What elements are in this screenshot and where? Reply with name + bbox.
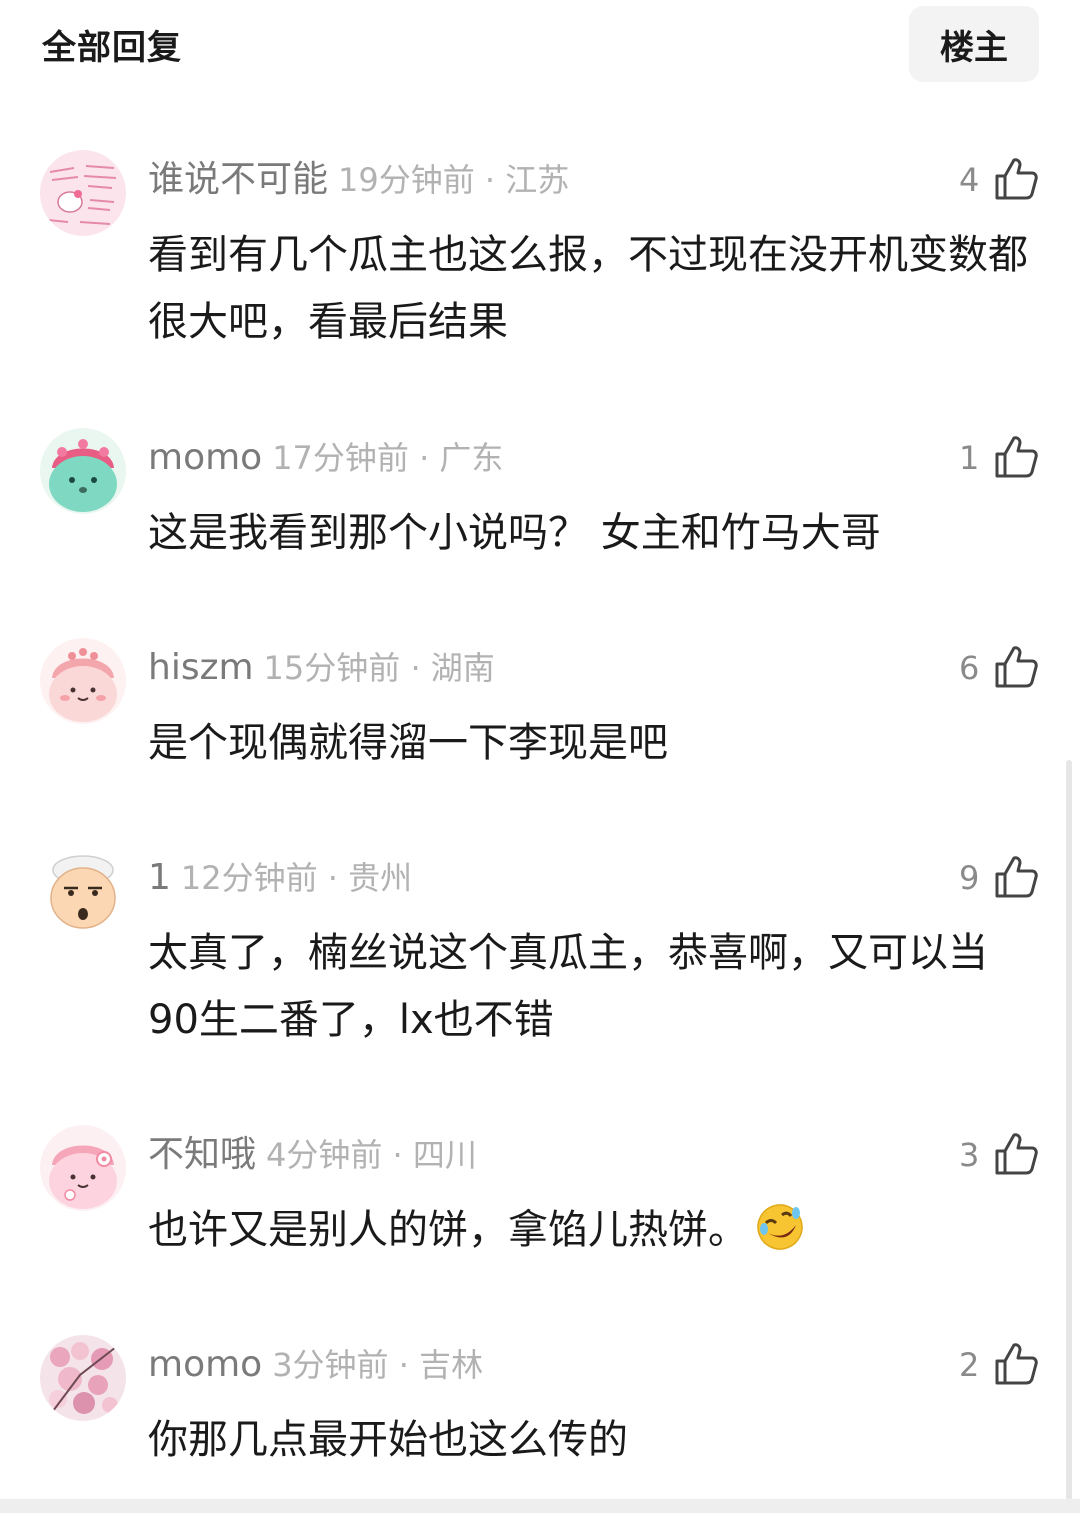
thumbs-up-icon: [995, 1343, 1038, 1385]
comment-meta: momo 3分钟前 · 吉林: [148, 1341, 483, 1389]
comment-meta: 1 12分钟前 · 贵州: [148, 854, 412, 902]
thumbs-up-icon: [995, 646, 1038, 688]
avatar[interactable]: [40, 638, 126, 724]
comment-meta: 谁说不可能 19分钟前 · 江苏: [148, 156, 569, 204]
like-button[interactable]: 1: [955, 428, 1045, 484]
comment-text: 看到有几个瓜主也这么报，不过现在没开机变数都很大吧，看最后结果: [148, 232, 1028, 345]
replies-header: 全部回复 楼主: [0, 0, 1080, 90]
scrollbar[interactable]: [1066, 760, 1072, 1500]
username[interactable]: hiszm: [148, 647, 254, 688]
comment-meta: 不知哦 4分钟前 · 四川: [148, 1131, 477, 1179]
like-count: 4: [959, 161, 980, 199]
like-button[interactable]: 3: [955, 1125, 1045, 1181]
time-location: 4分钟前 · 四川: [266, 1136, 477, 1174]
time-location: 15分钟前 · 湖南: [263, 649, 495, 687]
comment-meta: momo 17分钟前 · 广东: [148, 434, 503, 482]
comment-text: 你那几点最开始也这么传的: [148, 1417, 628, 1463]
avatar[interactable]: [40, 1335, 126, 1421]
comment-text: 这是我看到那个小说吗？ 女主和竹马大哥: [148, 510, 881, 556]
username[interactable]: momo: [148, 437, 262, 478]
time-location: 17分钟前 · 广东: [272, 439, 504, 477]
time-location: 3分钟前 · 吉林: [272, 1346, 484, 1384]
username[interactable]: momo: [148, 1344, 262, 1385]
like-count: 1: [959, 439, 980, 477]
comment-text: 也许又是别人的饼，拿馅儿热饼。: [148, 1197, 1028, 1264]
like-count: 9: [959, 859, 980, 897]
page-title: 全部回复: [42, 28, 182, 68]
thumbs-up-icon: [995, 1133, 1038, 1175]
time-location: 19分钟前 · 江苏: [338, 161, 570, 199]
username[interactable]: 不知哦: [148, 1134, 256, 1175]
rofl-emoji-icon: [757, 1204, 803, 1250]
thumbs-up-icon: [995, 856, 1038, 898]
like-button[interactable]: 4: [955, 150, 1045, 206]
like-count: 3: [959, 1136, 980, 1174]
comment-text: 是个现偶就得溜一下李现是吧: [148, 720, 668, 766]
thumbs-up-icon: [995, 436, 1038, 478]
bottom-edge: [0, 1499, 1080, 1513]
avatar[interactable]: [40, 848, 126, 934]
comment-meta: hiszm 15分钟前 · 湖南: [148, 644, 495, 692]
time-location: 12分钟前 · 贵州: [180, 859, 413, 897]
avatar[interactable]: [40, 428, 126, 514]
username[interactable]: 1: [148, 857, 171, 898]
comment-text: 太真了，楠丝说这个真瓜主，恭喜啊，又可以当90生二番了，lx也不错: [148, 930, 988, 1043]
avatar[interactable]: [40, 1125, 126, 1211]
like-button[interactable]: 9: [955, 848, 1045, 904]
comment-text-body: 也许又是别人的饼，拿馅儿热饼。: [148, 1207, 748, 1253]
like-button[interactable]: 2: [955, 1335, 1045, 1391]
op-only-filter-button[interactable]: 楼主: [909, 6, 1039, 82]
username[interactable]: 谁说不可能: [148, 159, 328, 200]
like-button[interactable]: 6: [955, 638, 1045, 694]
thumbs-up-icon: [995, 158, 1038, 200]
avatar[interactable]: [40, 150, 126, 236]
like-count: 2: [959, 1346, 980, 1384]
like-count: 6: [959, 649, 980, 687]
